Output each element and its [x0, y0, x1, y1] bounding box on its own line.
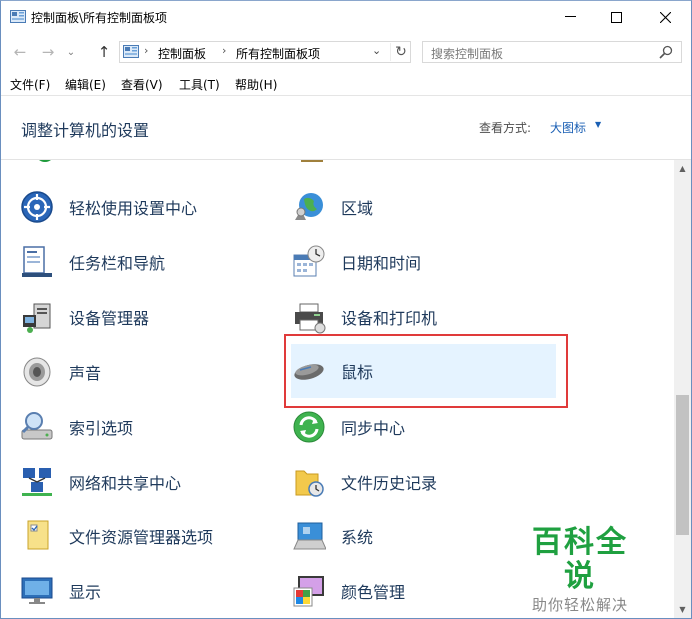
menu-edit[interactable]: 编辑(E)	[65, 76, 106, 93]
indexing-icon	[19, 409, 55, 445]
item-file-history[interactable]: 文件历史记录	[291, 459, 556, 505]
item-ease-of-access[interactable]: 轻松使用设置中心	[19, 184, 269, 230]
item-label: 网络和共享中心	[69, 474, 182, 493]
recent-locations-button[interactable]: ⌄	[63, 41, 79, 63]
title-bar: 控制面板\所有控制面板项	[1, 1, 691, 33]
item-network-sharing[interactable]: 网络和共享中心	[19, 459, 269, 505]
item-mouse[interactable]: 鼠标	[291, 344, 556, 398]
item-label: 设备管理器	[69, 309, 150, 328]
navigation-bar: ← → ⌄ ↑ › 控制面板 › 所有控制面板项 ⌄ ↻ 搜索控制面板	[1, 37, 691, 67]
scroll-thumb[interactable]	[676, 395, 689, 535]
arrow-up-icon: ↑	[97, 43, 111, 61]
window-title: 控制面板\所有控制面板项	[31, 11, 168, 25]
refresh-icon[interactable]: ↻	[390, 43, 411, 61]
vertical-scrollbar[interactable]: ▲ ▼	[674, 160, 691, 618]
breadcrumb-separator[interactable]: ›	[222, 44, 226, 57]
item-label: 设备和打印机	[341, 309, 438, 328]
item-label: 轻松使用设置中心	[69, 199, 198, 218]
watermark-subtitle: 助你轻松解决	[531, 596, 628, 614]
item-indexing-options[interactable]: 索引选项	[19, 404, 269, 450]
item-label: 系统	[341, 528, 374, 547]
chevron-down-icon: ⌄	[66, 46, 76, 58]
item-device-manager[interactable]: 设备管理器	[19, 294, 269, 340]
item-label: 颜色管理	[341, 583, 406, 602]
speaker-icon	[19, 354, 55, 390]
control-panel-window: 控制面板\所有控制面板项 ← → ⌄ ↑ › 控制面板 › 所有控制面板项 ⌄ …	[0, 0, 692, 619]
item-label: 声音	[69, 364, 102, 383]
file-history-icon	[291, 464, 327, 500]
partial-item-icon	[301, 160, 323, 162]
item-label: 任务栏和导航	[69, 254, 166, 273]
printer-icon	[291, 299, 327, 335]
calendar-clock-icon	[291, 244, 327, 280]
maximize-button[interactable]	[593, 1, 639, 33]
content-header: 调整计算机的设置 查看方式: 大图标 ▼	[1, 96, 691, 160]
view-by-label: 查看方式:	[479, 121, 532, 135]
back-button[interactable]: ←	[9, 41, 31, 63]
address-bar[interactable]: › 控制面板 › 所有控制面板项 ⌄ ↻	[119, 41, 411, 63]
item-display[interactable]: 显示	[19, 568, 269, 614]
breadcrumb-separator[interactable]: ›	[144, 44, 148, 57]
search-input[interactable]: 搜索控制面板	[422, 41, 682, 63]
arrow-right-icon: →	[41, 43, 55, 61]
menu-help[interactable]: 帮助(H)	[235, 76, 277, 93]
mouse-icon	[291, 353, 327, 389]
search-placeholder: 搜索控制面板	[431, 47, 504, 61]
item-taskbar-navigation[interactable]: 任务栏和导航	[19, 239, 269, 285]
item-label: 索引选项	[69, 419, 134, 438]
menu-tools[interactable]: 工具(T)	[179, 76, 220, 93]
close-button[interactable]	[639, 1, 691, 33]
control-panel-icon	[10, 10, 26, 23]
color-management-icon	[291, 573, 327, 609]
network-icon	[19, 464, 55, 500]
device-manager-icon	[19, 299, 55, 335]
folder-options-icon	[19, 518, 55, 554]
menu-view[interactable]: 查看(V)	[121, 76, 163, 93]
control-panel-icon	[123, 45, 139, 58]
minimize-button[interactable]	[547, 1, 593, 33]
minimize-icon	[564, 16, 576, 17]
item-region[interactable]: 区域	[291, 184, 556, 230]
up-button[interactable]: ↑	[93, 41, 115, 63]
arrow-left-icon: ←	[13, 43, 27, 61]
breadcrumb-control-panel[interactable]: 控制面板	[158, 45, 206, 62]
control-panel-items: 轻松使用设置中心 区域 任务栏和导航 日期和时间 设备管理器 设备和打印机 声音…	[1, 160, 673, 618]
display-icon	[19, 573, 55, 609]
partial-item-icon	[39, 160, 51, 162]
item-label: 文件历史记录	[341, 474, 438, 493]
close-icon	[659, 11, 671, 23]
view-by-dropdown[interactable]: 大图标	[550, 119, 586, 136]
search-icon	[659, 45, 673, 59]
item-label: 日期和时间	[341, 254, 422, 273]
item-sync-center[interactable]: 同步中心	[291, 404, 556, 450]
system-icon	[291, 518, 327, 554]
item-color-management[interactable]: 颜色管理	[291, 568, 556, 614]
item-label: 同步中心	[341, 419, 406, 438]
item-label: 区域	[341, 199, 374, 218]
item-system[interactable]: 系统	[291, 513, 556, 559]
maximize-icon	[610, 11, 622, 23]
breadcrumb-all-items[interactable]: 所有控制面板项	[236, 45, 320, 62]
item-label: 鼠标	[341, 363, 374, 382]
item-label: 文件资源管理器选项	[69, 528, 214, 547]
globe-icon	[291, 189, 327, 225]
taskbar-icon	[19, 244, 55, 280]
watermark: 百科全说 助你轻松解决	[518, 526, 642, 616]
caret-down-icon[interactable]: ▼	[595, 120, 601, 129]
item-devices-printers[interactable]: 设备和打印机	[291, 294, 556, 340]
item-file-explorer-options[interactable]: 文件资源管理器选项	[19, 513, 269, 559]
watermark-title: 百科全说	[532, 525, 628, 594]
chevron-down-icon[interactable]: ⌄	[372, 44, 381, 57]
item-sound[interactable]: 声音	[19, 349, 269, 395]
sync-icon	[291, 409, 327, 445]
menu-bar: 文件(F) 编辑(E) 查看(V) 工具(T) 帮助(H)	[1, 73, 691, 96]
menu-file[interactable]: 文件(F)	[10, 76, 50, 93]
forward-button[interactable]: →	[37, 41, 59, 63]
item-date-time[interactable]: 日期和时间	[291, 239, 556, 285]
scroll-up-icon[interactable]: ▲	[674, 160, 691, 177]
page-title: 调整计算机的设置	[21, 121, 150, 140]
ease-of-access-icon	[19, 189, 55, 225]
item-label: 显示	[69, 583, 102, 602]
scroll-down-icon[interactable]: ▼	[674, 601, 691, 618]
